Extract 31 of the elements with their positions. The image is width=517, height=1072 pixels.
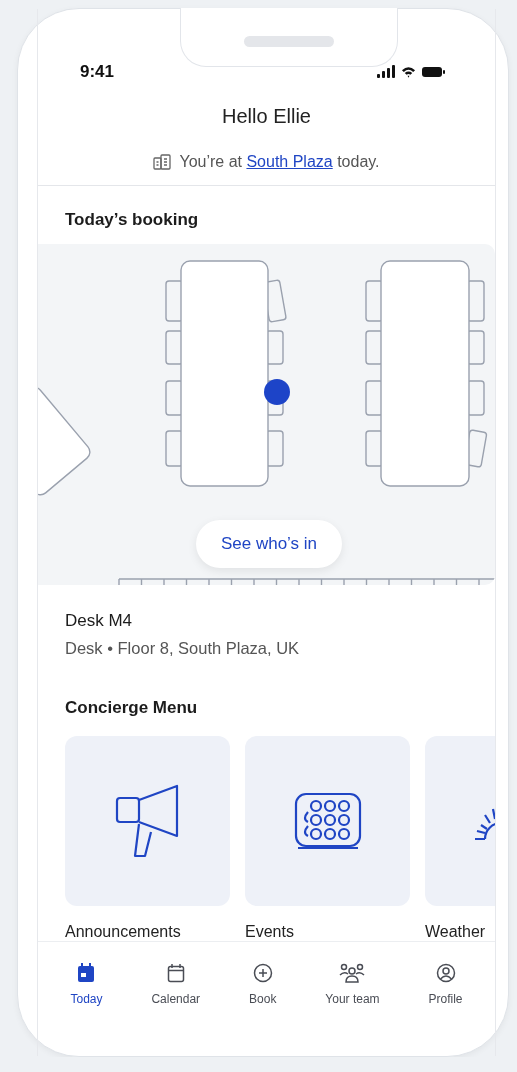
tab-item[interactable]: Book [249, 962, 277, 1006]
plus-circle-icon [252, 963, 273, 983]
tab-item[interactable]: Calendar [151, 962, 201, 1006]
desk-details: Desk • Floor 8, South Plaza, UK [64, 639, 301, 658]
location-link[interactable]: South Plaza [246, 152, 333, 170]
menu-label: Weather [425, 923, 487, 941]
tab-item[interactable]: Today [70, 962, 103, 1006]
location-text: You’re at South Plaza today. [179, 152, 380, 171]
calendar-icon [77, 963, 96, 983]
location-dot [264, 378, 290, 405]
megaphone-icon [114, 784, 181, 858]
calendar-icon [166, 963, 185, 983]
tab-item[interactable]: Profile [428, 962, 463, 1006]
greeting-title: Hello Ellie [221, 104, 312, 129]
group-icon [339, 963, 366, 983]
battery-icon [422, 66, 445, 77]
section-heading: Concierge Menu [64, 698, 199, 718]
people-grid-icon [293, 792, 362, 850]
tab-item[interactable]: Your team [325, 962, 380, 1006]
desk-name: Desk M4 [64, 611, 134, 631]
status-time: 9:41 [80, 61, 115, 82]
menu-card[interactable] [245, 736, 410, 906]
wifi-icon [401, 65, 416, 78]
menu-label: Announcements [65, 923, 182, 941]
menu-label: Events [245, 923, 295, 941]
signal-icon [377, 65, 395, 79]
section-heading: Today’s booking [64, 209, 200, 230]
see-whos-in-button[interactable]: See who’s in [196, 519, 342, 568]
menu-card[interactable] [65, 736, 230, 906]
profile-icon [435, 963, 456, 983]
building-icon [153, 153, 172, 170]
